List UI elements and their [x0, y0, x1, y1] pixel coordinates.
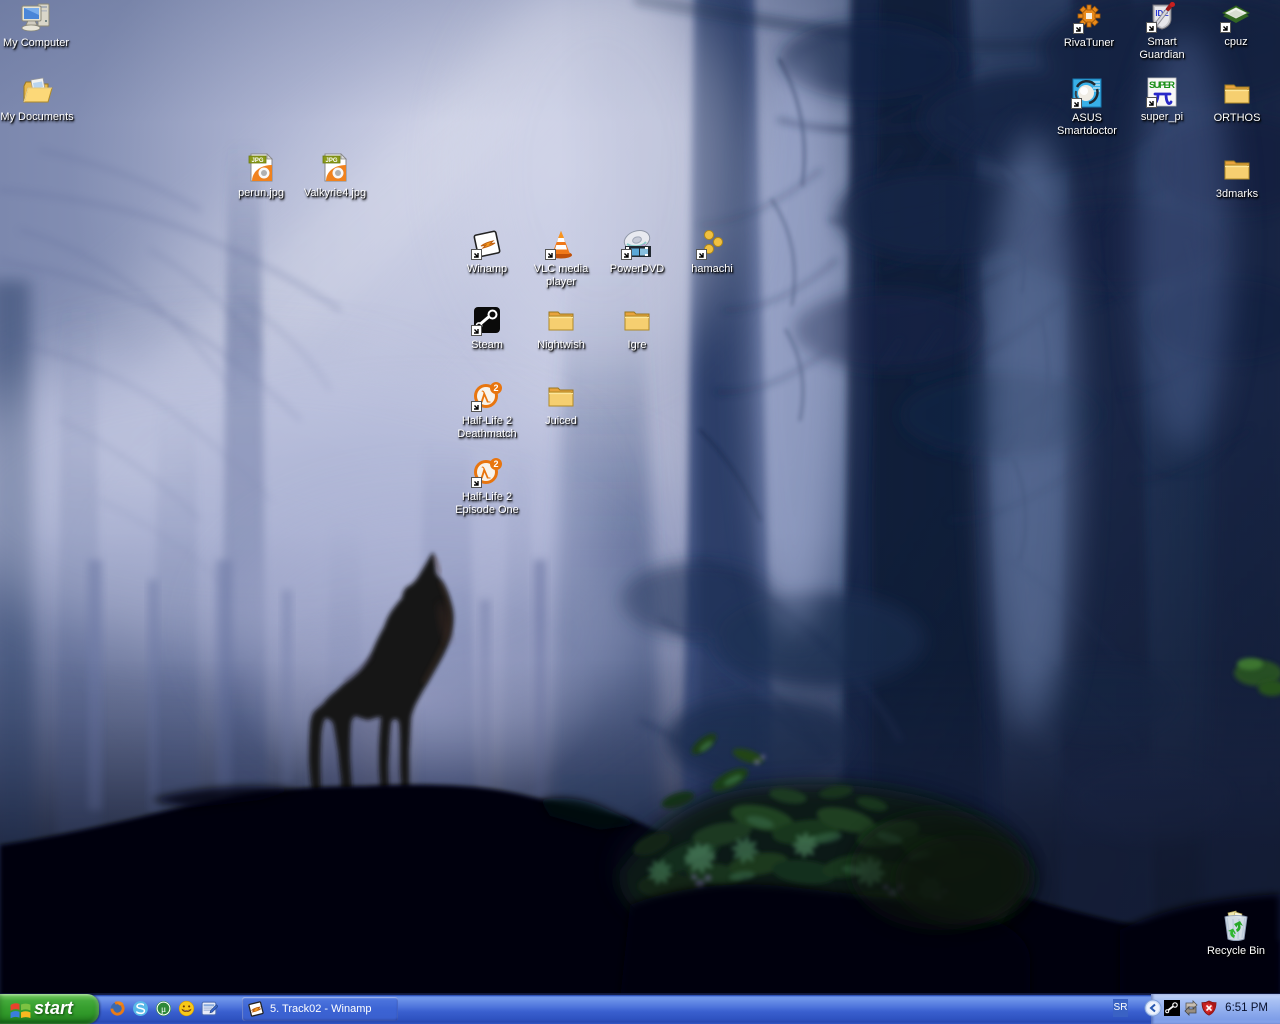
svg-text:2: 2	[493, 383, 498, 393]
svg-text:2: 2	[493, 459, 498, 469]
svg-text:JPG: JPG	[325, 158, 337, 164]
svg-text:SUPER: SUPER	[1149, 80, 1175, 91]
svg-text:μ: μ	[161, 1004, 166, 1015]
svg-text:JPG: JPG	[251, 158, 263, 164]
